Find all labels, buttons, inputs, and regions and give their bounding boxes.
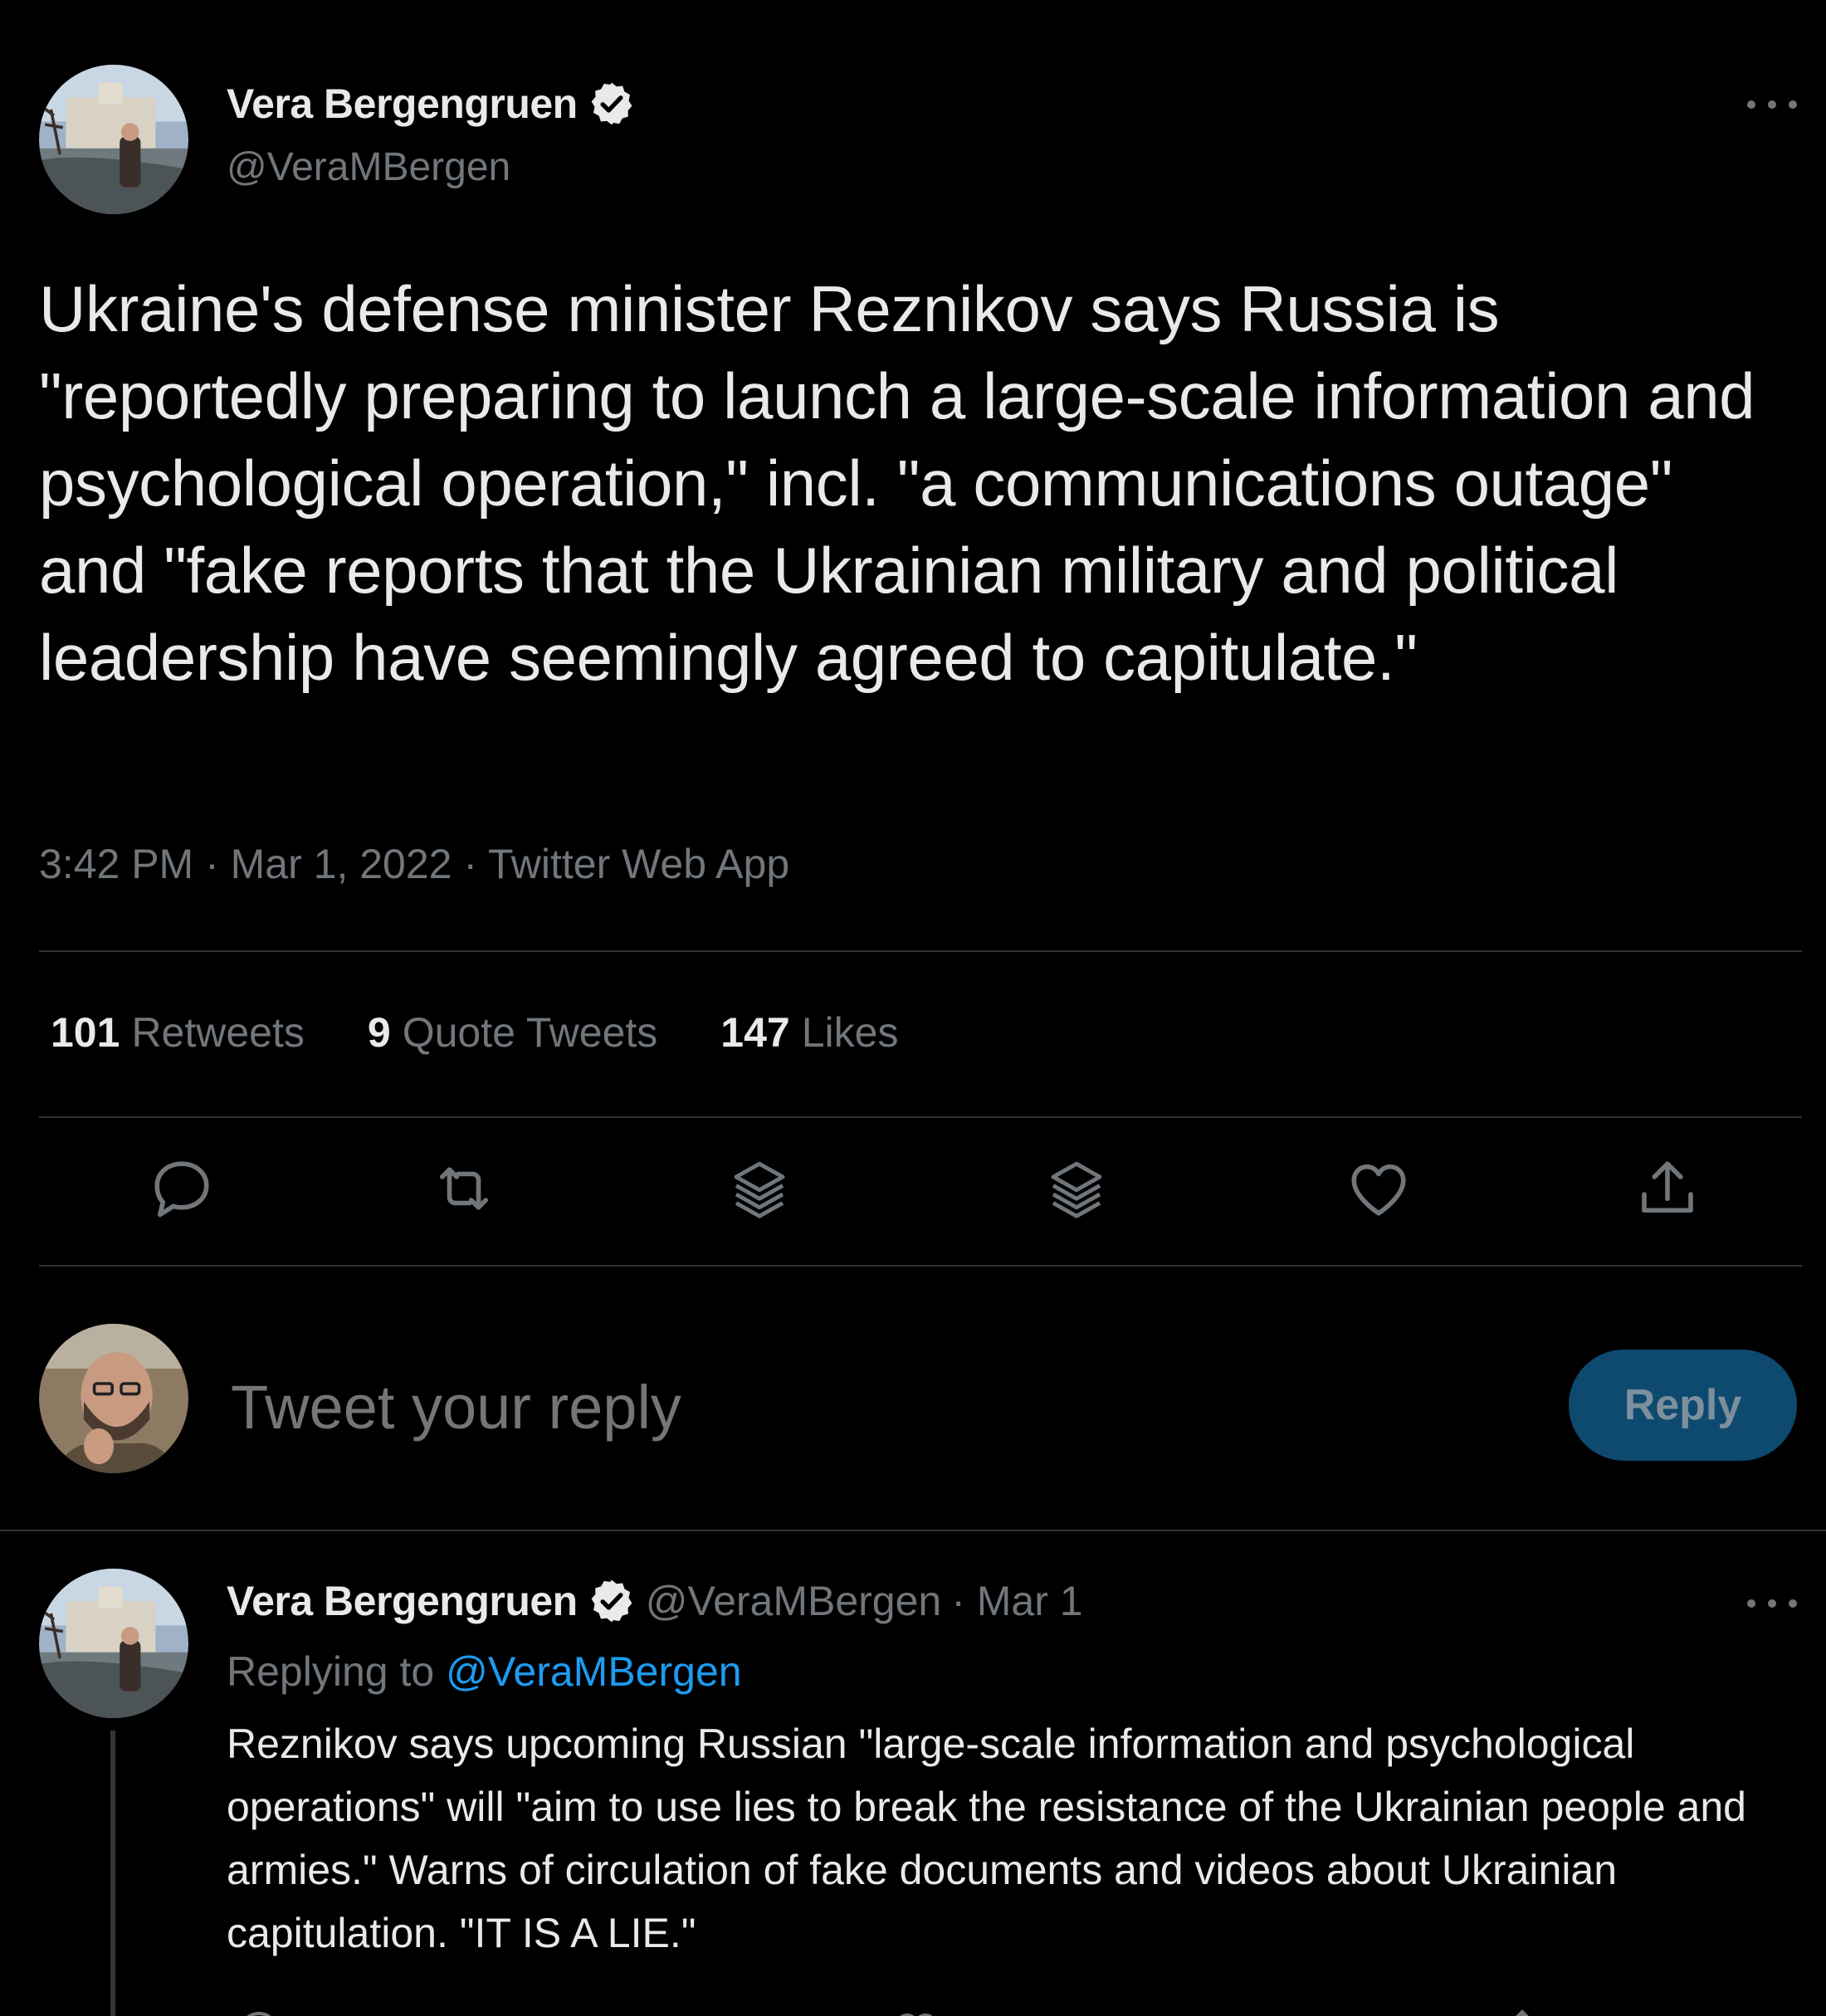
- tweet-text: Ukraine's defense minister Reznikov says…: [39, 272, 1755, 694]
- thread-tweet-text: Reznikov says upcoming Russian "large-sc…: [227, 1721, 1746, 1956]
- thread-more-icon[interactable]: [1747, 1587, 1797, 1620]
- thread-header: Vera Bergengruen @VeraMBergen · Mar 1: [227, 1577, 1083, 1625]
- verified-icon: [588, 1577, 636, 1625]
- replying-to: Replying to @VeraMBergen: [227, 1647, 742, 1696]
- retweets-label: Retweets: [131, 1009, 305, 1056]
- tweet-actions: [39, 1154, 1802, 1237]
- author-name-row: Vera Bergengruen: [227, 80, 636, 128]
- tweet-page: Vera Bergengruen @VeraMBergen Ukraine's …: [0, 0, 1826, 2016]
- layers-icon[interactable]: [1042, 1154, 1111, 1223]
- quote-tweets-label: Quote Tweets: [402, 1009, 658, 1056]
- retweets-stat[interactable]: 101 Retweets: [51, 1008, 305, 1057]
- retweet-icon[interactable]: [429, 1154, 499, 1223]
- likes-count: 147: [720, 1009, 790, 1056]
- likes-stat[interactable]: 147 Likes: [720, 1008, 898, 1057]
- heart-icon[interactable]: [1344, 1154, 1413, 1223]
- thread-connector: [110, 1730, 115, 2016]
- author-handle[interactable]: @VeraMBergen: [227, 144, 510, 190]
- engagement-stats: 101 Retweets 9 Quote Tweets 147 Likes: [51, 1008, 898, 1057]
- share-icon[interactable]: [1497, 2007, 1547, 2016]
- thread-date[interactable]: · Mar 1: [951, 1577, 1082, 1625]
- divider: [39, 1265, 1802, 1267]
- author-avatar[interactable]: [39, 65, 188, 214]
- layers-icon[interactable]: [725, 1154, 794, 1223]
- replying-to-mention[interactable]: @VeraMBergen: [446, 1648, 742, 1695]
- current-user-avatar[interactable]: [39, 1324, 188, 1473]
- author-name[interactable]: Vera Bergengruen: [227, 80, 578, 128]
- more-icon[interactable]: [1747, 88, 1797, 121]
- reply-icon[interactable]: [147, 1154, 217, 1223]
- divider: [39, 950, 1802, 952]
- thread-author-avatar[interactable]: [39, 1569, 188, 1718]
- retweets-count: 101: [51, 1009, 120, 1056]
- quote-tweets-count: 9: [367, 1009, 391, 1056]
- tweet-timestamp[interactable]: 3:42 PM · Mar 1, 2022 · Twitter Web App: [39, 840, 789, 888]
- heart-icon[interactable]: [891, 2007, 941, 2016]
- divider: [39, 1116, 1802, 1118]
- reply-input[interactable]: [231, 1361, 1476, 1452]
- reply-button[interactable]: Reply: [1569, 1350, 1797, 1461]
- thread-author-name[interactable]: Vera Bergengruen: [227, 1577, 578, 1625]
- reply-icon[interactable]: [234, 2007, 284, 2016]
- divider: [0, 1530, 1826, 1531]
- thread-author-handle[interactable]: @VeraMBergen: [646, 1577, 942, 1625]
- replying-to-prefix: Replying to: [227, 1648, 435, 1695]
- share-icon[interactable]: [1633, 1154, 1702, 1223]
- quote-tweets-stat[interactable]: 9 Quote Tweets: [368, 1008, 657, 1057]
- verified-icon: [588, 80, 636, 128]
- likes-label: Likes: [801, 1009, 899, 1056]
